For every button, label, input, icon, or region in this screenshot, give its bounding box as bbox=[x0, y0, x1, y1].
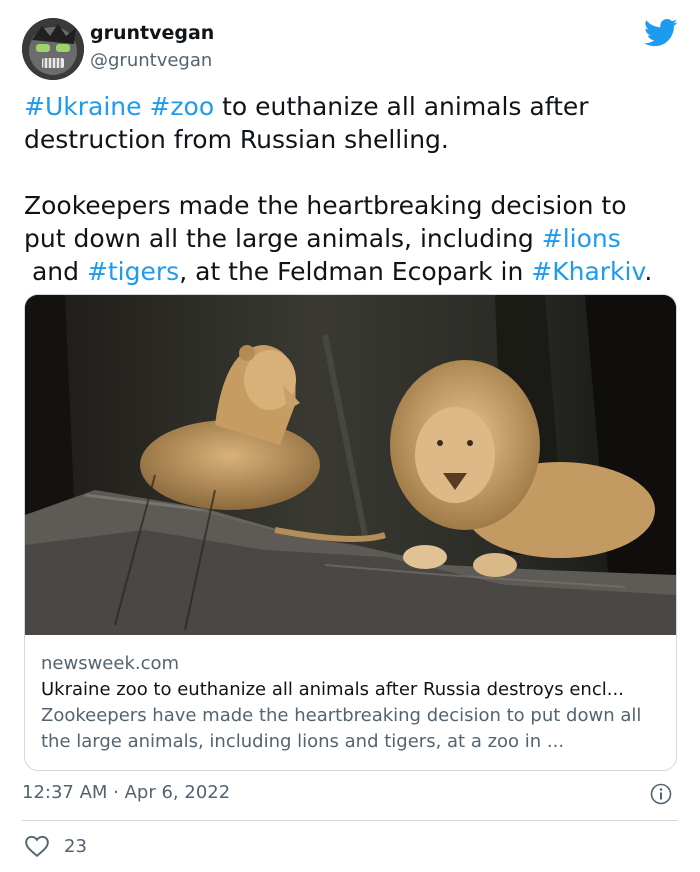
tweet-text: #Ukraine #zoo to euthanize all animals a… bbox=[24, 90, 684, 288]
tweet-text-segment: . bbox=[644, 257, 653, 286]
timestamp[interactable]: 12:37 AM · Apr 6, 2022 bbox=[22, 782, 230, 803]
tweet: gruntvegan @gruntvegan #Ukraine #zoo to … bbox=[0, 0, 700, 872]
card-description: Zookeepers have made the heartbreaking d… bbox=[41, 705, 642, 752]
card-domain: newsweek.com bbox=[41, 653, 180, 674]
tweet-text-segment: and bbox=[31, 257, 79, 286]
user-handle[interactable]: @gruntvegan bbox=[90, 50, 212, 71]
info-icon[interactable] bbox=[650, 783, 672, 805]
twitter-bird-icon[interactable] bbox=[644, 18, 678, 48]
hashtag-kharkiv[interactable]: #Kharkiv bbox=[531, 257, 644, 286]
hashtag-tigers[interactable]: #tigers bbox=[87, 257, 179, 286]
lions-photo[interactable] bbox=[25, 295, 676, 635]
hashtag-lions[interactable]: #lions bbox=[542, 224, 621, 253]
link-preview-card[interactable]: newsweek.com Ukraine zoo to euthanize al… bbox=[24, 294, 677, 771]
hashtag-zoo[interactable]: #zoo bbox=[149, 92, 214, 121]
heart-icon bbox=[25, 835, 49, 858]
tweet-text-segment: , at the Feldman Ecopark in bbox=[179, 257, 532, 286]
like-count: 23 bbox=[64, 835, 87, 857]
card-title[interactable]: Ukraine zoo to euthanize all animals aft… bbox=[41, 677, 661, 703]
divider bbox=[22, 820, 678, 821]
avatar[interactable] bbox=[22, 18, 84, 80]
like-button[interactable]: 23 bbox=[24, 833, 87, 859]
display-name[interactable]: gruntvegan bbox=[90, 22, 214, 44]
hashtag-ukraine[interactable]: #Ukraine bbox=[24, 92, 142, 121]
card-body: newsweek.com Ukraine zoo to euthanize al… bbox=[41, 651, 661, 755]
avatar-image bbox=[22, 18, 84, 80]
